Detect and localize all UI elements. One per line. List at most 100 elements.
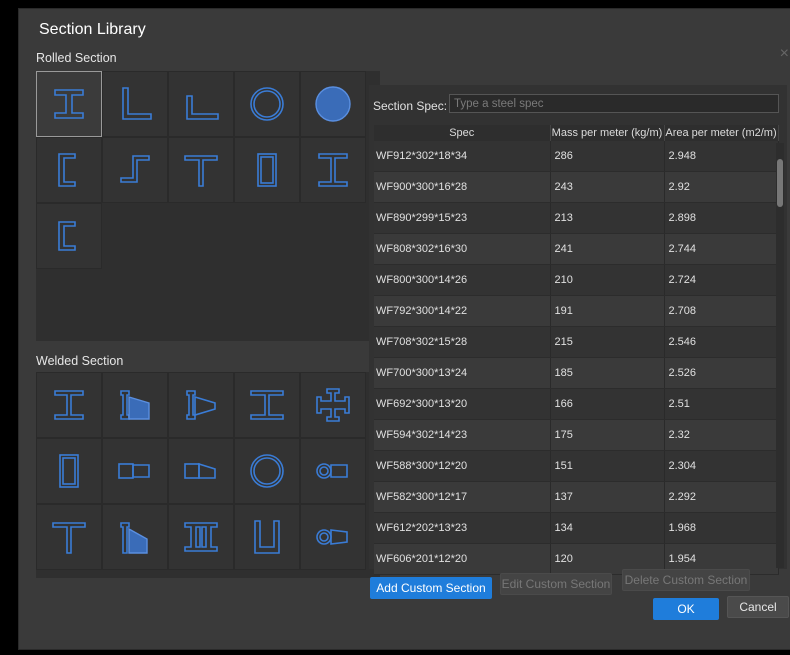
cell-mass: 191	[550, 295, 665, 327]
welded-i-section[interactable]	[36, 372, 102, 438]
cell-spec: WF708*302*15*28	[374, 326, 551, 358]
equal-angle-icon	[122, 87, 152, 120]
welded-box-section[interactable]	[36, 438, 102, 504]
add-custom-section-button[interactable]: Add Custom Section	[370, 577, 492, 599]
cell-mass: 243	[550, 171, 665, 203]
tapered-t-icon	[120, 522, 148, 554]
cell-spec: WF588*300*12*20	[374, 450, 551, 482]
tapered-t-section[interactable]	[102, 504, 168, 570]
table-row[interactable]: WF808*302*16*30 241 2.744	[374, 233, 779, 265]
section-spec-label: Section Spec:	[373, 99, 448, 113]
cell-mass: 137	[550, 481, 665, 513]
scrollbar-thumb[interactable]	[777, 159, 783, 207]
welded-pipe-section[interactable]	[234, 438, 300, 504]
cell-mass: 286	[550, 141, 665, 172]
unequal-angle-section[interactable]	[168, 71, 234, 137]
rect-tube-icon	[257, 153, 277, 187]
table-row[interactable]: WF588*300*12*20 151 2.304	[374, 450, 779, 482]
lipped-channel-section[interactable]	[36, 203, 102, 269]
u-section[interactable]	[234, 504, 300, 570]
tapered-pipe-section[interactable]	[300, 438, 366, 504]
cell-area: 2.546	[664, 326, 779, 358]
cell-spec: WF900*300*16*28	[374, 171, 551, 203]
welded-section-grid	[36, 372, 380, 578]
welded-t-section[interactable]	[36, 504, 102, 570]
table-row[interactable]: WF792*300*14*22 191 2.708	[374, 295, 779, 327]
z-section[interactable]	[102, 137, 168, 203]
table-row[interactable]: WF708*302*15*28 215 2.546	[374, 326, 779, 358]
rolled-section-label: Rolled Section	[36, 51, 117, 65]
cell-area: 2.948	[664, 141, 779, 172]
cell-mass: 241	[550, 233, 665, 265]
tapered-i-section[interactable]	[102, 372, 168, 438]
close-icon[interactable]: ×	[780, 45, 789, 63]
cell-mass: 151	[550, 450, 665, 482]
double-web-section[interactable]	[168, 504, 234, 570]
cell-mass: 166	[550, 388, 665, 420]
cell-spec: WF800*300*14*26	[374, 264, 551, 296]
cross-section[interactable]	[300, 372, 366, 438]
delete-custom-section-button[interactable]: Delete Custom Section	[622, 569, 750, 591]
table-row[interactable]: WF594*302*14*23 175 2.32	[374, 419, 779, 451]
h-beam-icon	[318, 153, 348, 187]
pipe-section[interactable]	[234, 71, 300, 137]
cell-mass: 213	[550, 202, 665, 234]
dialog-title: Section Library	[39, 21, 146, 38]
cell-mass: 175	[550, 419, 665, 451]
cell-spec: WF700*300*13*24	[374, 357, 551, 389]
cell-spec: WF808*302*16*30	[374, 233, 551, 265]
column-header-mass[interactable]: Mass per meter (kg/m)	[550, 125, 665, 141]
z-section-icon	[120, 155, 150, 183]
cancel-button[interactable]: Cancel	[727, 596, 789, 618]
cell-area: 2.304	[664, 450, 779, 482]
pipe-icon	[250, 87, 284, 121]
tapered-i-icon	[120, 390, 150, 420]
section-spec-input[interactable]	[449, 94, 779, 113]
section-library-dialog: Section Library × Rolled Section Welded …	[18, 8, 790, 650]
table-row[interactable]: WF912*302*18*34 286 2.948	[374, 141, 779, 172]
rolled-section-grid	[36, 71, 380, 341]
welded-t-icon	[52, 522, 86, 554]
box-tapered-section[interactable]	[102, 438, 168, 504]
cell-spec: WF792*300*14*22	[374, 295, 551, 327]
cell-spec: WF692*300*13*20	[374, 388, 551, 420]
edit-custom-section-button[interactable]: Edit Custom Section	[500, 573, 612, 595]
cell-area: 2.526	[664, 357, 779, 389]
double-web-icon	[184, 522, 218, 552]
cell-mass: 210	[550, 264, 665, 296]
tapered-pipe-2-icon	[316, 529, 348, 545]
column-header-area[interactable]: Area per meter (m2/m)	[664, 125, 779, 141]
i-beam-section[interactable]	[36, 71, 102, 137]
table-scrollbar[interactable]	[776, 143, 784, 568]
welded-section-label: Welded Section	[36, 354, 124, 368]
welded-i-icon	[54, 390, 84, 420]
t-section[interactable]	[168, 137, 234, 203]
table-row[interactable]: WF612*202*13*23 134 1.968	[374, 512, 779, 544]
welded-h-icon	[250, 390, 284, 420]
cell-spec: WF582*300*12*17	[374, 481, 551, 513]
table-row[interactable]: WF800*300*14*26 210 2.724	[374, 264, 779, 296]
welded-pipe-icon	[250, 454, 284, 488]
welded-h-section[interactable]	[234, 372, 300, 438]
tapered-i-reverse-section[interactable]	[168, 372, 234, 438]
channel-section[interactable]	[36, 137, 102, 203]
rect-tube-section[interactable]	[234, 137, 300, 203]
cell-area: 2.724	[664, 264, 779, 296]
round-bar-section[interactable]	[300, 71, 366, 137]
section-table: Spec Mass per meter (kg/m) Area per mete…	[374, 125, 779, 575]
h-beam-section[interactable]	[300, 137, 366, 203]
column-header-spec[interactable]: Spec	[374, 125, 551, 141]
tapered-i-reverse-icon	[186, 390, 216, 420]
welded-box-icon	[59, 454, 79, 488]
table-row[interactable]: WF900*300*16*28 243 2.92	[374, 171, 779, 203]
table-row[interactable]: WF890*299*15*23 213 2.898	[374, 202, 779, 234]
table-row[interactable]: WF582*300*12*17 137 2.292	[374, 481, 779, 513]
spec-panel: Section Spec: Spec Mass per meter (kg/m)…	[369, 85, 787, 575]
table-row[interactable]: WF692*300*13*20 166 2.51	[374, 388, 779, 420]
ok-button[interactable]: OK	[653, 598, 719, 620]
equal-angle-section[interactable]	[102, 71, 168, 137]
tapered-pipe-2-section[interactable]	[300, 504, 366, 570]
table-row[interactable]: WF700*300*13*24 185 2.526	[374, 357, 779, 389]
box-tapered-2-section[interactable]	[168, 438, 234, 504]
box-tapered-icon	[118, 463, 150, 479]
